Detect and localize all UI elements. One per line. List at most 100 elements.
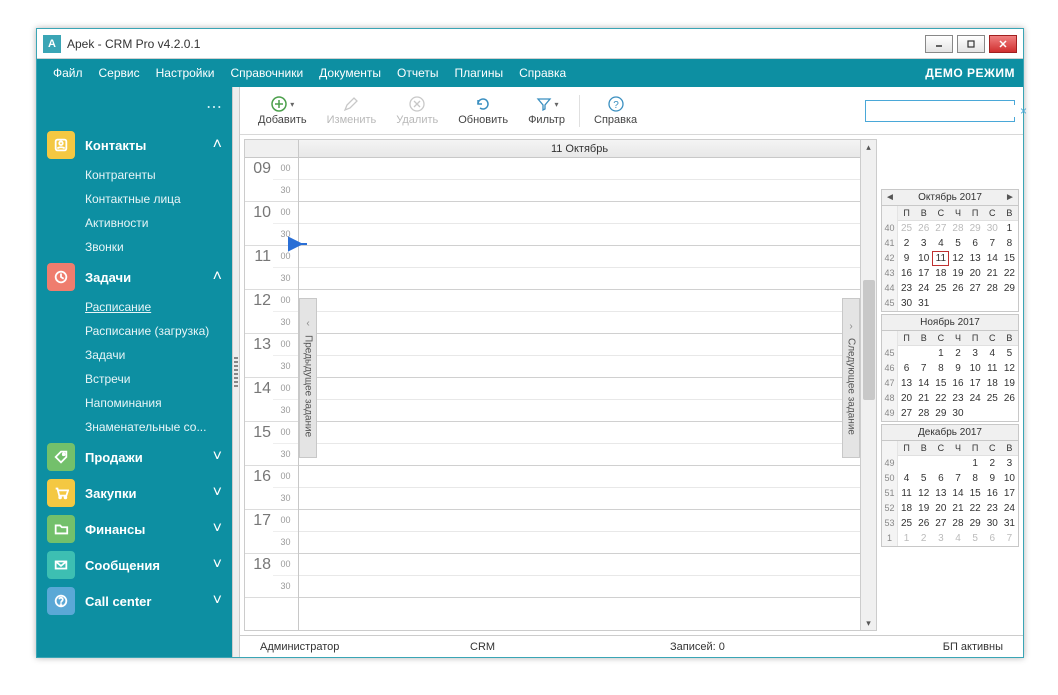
- calendar-day[interactable]: 20: [967, 266, 984, 281]
- calendar-day[interactable]: 14: [915, 376, 932, 391]
- calendar-day[interactable]: 16: [984, 486, 1001, 501]
- calendar-day[interactable]: 27: [967, 281, 984, 296]
- calendar-day[interactable]: 27: [932, 221, 949, 236]
- calendar-day[interactable]: 17: [915, 266, 932, 281]
- calendar-day[interactable]: [949, 456, 966, 471]
- calendar-day[interactable]: [984, 406, 1001, 421]
- menu-отчеты[interactable]: Отчеты: [389, 59, 446, 87]
- sidebar-section-Сообщения[interactable]: Сообщения˅: [37, 547, 232, 583]
- calendar-day[interactable]: 5: [967, 531, 984, 546]
- calendar-day[interactable]: 15: [967, 486, 984, 501]
- calendar-day[interactable]: [967, 406, 984, 421]
- menu-настройки[interactable]: Настройки: [148, 59, 223, 87]
- add-button[interactable]: ▾ Добавить: [248, 87, 317, 134]
- calendar-day[interactable]: 23: [898, 281, 915, 296]
- calendar-day[interactable]: 30: [898, 296, 915, 311]
- sidebar-item[interactable]: Расписание: [85, 295, 232, 319]
- calendar-day[interactable]: [932, 296, 949, 311]
- filter-button[interactable]: ▾ Фильтр: [518, 87, 575, 134]
- sidebar-section-Call center[interactable]: Call center˅: [37, 583, 232, 619]
- calendar-day[interactable]: 7: [984, 236, 1001, 251]
- calendar-day[interactable]: 1: [898, 531, 915, 546]
- sidebar-section-Закупки[interactable]: Закупки˅: [37, 475, 232, 511]
- menu-плагины[interactable]: Плагины: [447, 59, 512, 87]
- calendar-day[interactable]: 24: [967, 391, 984, 406]
- calendar-day[interactable]: 20: [932, 501, 949, 516]
- minimize-button[interactable]: [925, 35, 953, 53]
- calendar-day[interactable]: 11: [984, 361, 1001, 376]
- calendar-day[interactable]: 12: [915, 486, 932, 501]
- calendar-day[interactable]: 15: [932, 376, 949, 391]
- calendar-day[interactable]: 22: [1001, 266, 1018, 281]
- calendar-day[interactable]: 2: [984, 456, 1001, 471]
- calendar-day[interactable]: 18: [898, 501, 915, 516]
- calendar-day[interactable]: 19: [1001, 376, 1018, 391]
- calendar-day[interactable]: 8: [1001, 236, 1018, 251]
- sidebar-item[interactable]: Контрагенты: [85, 163, 232, 187]
- sidebar-dots-icon[interactable]: ⋯: [37, 87, 232, 127]
- sidebar-item[interactable]: Контактные лица: [85, 187, 232, 211]
- calendar-day[interactable]: 27: [898, 406, 915, 421]
- menu-справка[interactable]: Справка: [511, 59, 574, 87]
- calendar-day[interactable]: [915, 346, 932, 361]
- edit-button[interactable]: Изменить: [317, 87, 387, 134]
- calendar-day[interactable]: [932, 456, 949, 471]
- calendar-day[interactable]: 25: [932, 281, 949, 296]
- menu-файл[interactable]: Файл: [45, 59, 91, 87]
- calendar-day[interactable]: 28: [949, 221, 966, 236]
- calendar-day[interactable]: 6: [932, 471, 949, 486]
- refresh-button[interactable]: Обновить: [448, 87, 518, 134]
- calendar-day[interactable]: 8: [932, 361, 949, 376]
- sidebar-section-Финансы[interactable]: Финансы˅: [37, 511, 232, 547]
- menu-справочники[interactable]: Справочники: [222, 59, 311, 87]
- calendar-day[interactable]: 28: [949, 516, 966, 531]
- calendar-day[interactable]: 3: [915, 236, 932, 251]
- sidebar-item[interactable]: Звонки: [85, 235, 232, 259]
- calendar-day[interactable]: 4: [898, 471, 915, 486]
- calendar-day[interactable]: 3: [1001, 456, 1018, 471]
- calendar-day[interactable]: 1: [1001, 221, 1018, 236]
- calendar-day[interactable]: 20: [898, 391, 915, 406]
- next-task-handle[interactable]: ›Следующее задание: [842, 298, 860, 458]
- sidebar-item[interactable]: Расписание (загрузка): [85, 319, 232, 343]
- calendar-day[interactable]: 17: [1001, 486, 1018, 501]
- calendar-day[interactable]: 5: [949, 236, 966, 251]
- calendar-day[interactable]: 26: [1001, 391, 1018, 406]
- calendar-day[interactable]: 4: [984, 346, 1001, 361]
- close-button[interactable]: [989, 35, 1017, 53]
- calendar-day[interactable]: 28: [915, 406, 932, 421]
- calendar-day[interactable]: 11: [932, 251, 949, 266]
- calendar-day[interactable]: 19: [915, 501, 932, 516]
- calendar-day[interactable]: 28: [984, 281, 1001, 296]
- calendar-day[interactable]: 24: [1001, 501, 1018, 516]
- calendar-day[interactable]: 27: [932, 516, 949, 531]
- cal-prev-icon[interactable]: ◄: [884, 192, 896, 203]
- calendar-day[interactable]: [984, 296, 1001, 311]
- calendar-day[interactable]: 7: [949, 471, 966, 486]
- calendar-day[interactable]: 24: [915, 281, 932, 296]
- calendar-day[interactable]: 30: [949, 406, 966, 421]
- calendar-day[interactable]: 30: [984, 221, 1001, 236]
- search-box[interactable]: ×: [865, 100, 1015, 122]
- sidebar-item[interactable]: Напоминания: [85, 391, 232, 415]
- calendar-day[interactable]: 29: [932, 406, 949, 421]
- calendar-day[interactable]: 3: [967, 346, 984, 361]
- calendar-day[interactable]: [1001, 406, 1018, 421]
- calendar-day[interactable]: 26: [949, 281, 966, 296]
- menu-сервис[interactable]: Сервис: [91, 59, 148, 87]
- calendar-day[interactable]: 16: [898, 266, 915, 281]
- calendar-day[interactable]: [967, 296, 984, 311]
- schedule-day-column[interactable]: [299, 158, 860, 630]
- calendar-day[interactable]: 5: [915, 471, 932, 486]
- calendar-day[interactable]: 25: [898, 516, 915, 531]
- calendar-day[interactable]: 30: [984, 516, 1001, 531]
- calendar-day[interactable]: 21: [984, 266, 1001, 281]
- sidebar-section-Контакты[interactable]: Контакты˄: [37, 127, 232, 163]
- calendar-day[interactable]: 18: [984, 376, 1001, 391]
- calendar-day[interactable]: 10: [1001, 471, 1018, 486]
- calendar-day[interactable]: 15: [1001, 251, 1018, 266]
- calendar-day[interactable]: 10: [915, 251, 932, 266]
- calendar-day[interactable]: 9: [984, 471, 1001, 486]
- calendar-day[interactable]: 26: [915, 221, 932, 236]
- calendar-day[interactable]: 9: [949, 361, 966, 376]
